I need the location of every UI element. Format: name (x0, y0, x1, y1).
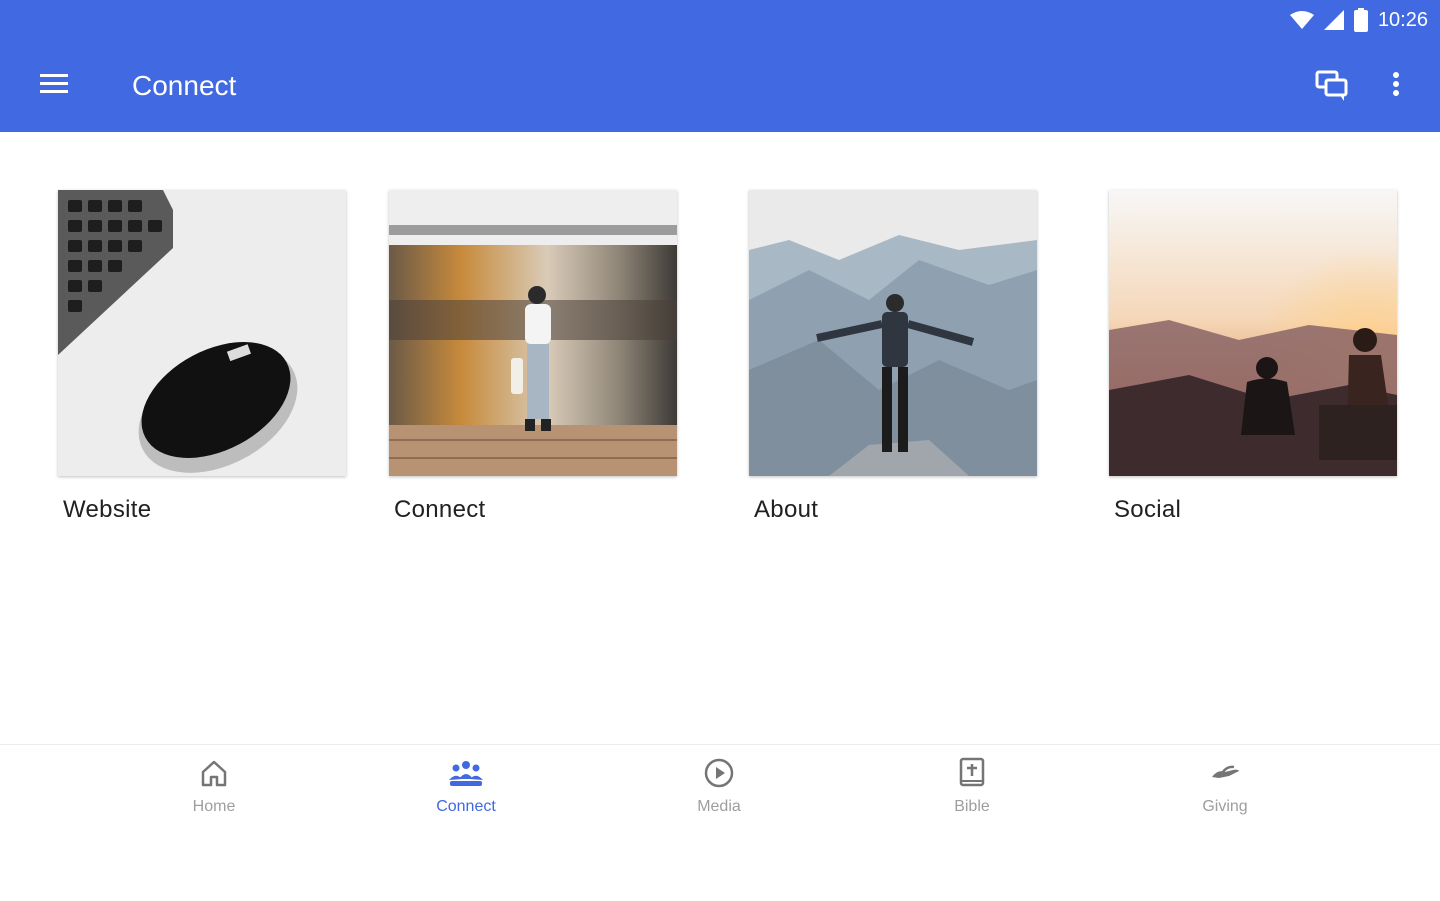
tile-website[interactable]: Website (58, 190, 346, 524)
nav-item-connect[interactable]: Connect (406, 757, 526, 816)
chat-bubbles-icon[interactable] (1314, 68, 1350, 104)
battery-icon (1353, 8, 1368, 32)
nav-label: Media (697, 798, 741, 815)
nav-item-bible[interactable]: Bible (912, 757, 1032, 816)
page-title: Connect (132, 70, 237, 101)
hamburger-menu-icon[interactable] (38, 68, 70, 100)
tile-label: Connect (394, 496, 486, 523)
wifi-icon (1289, 10, 1314, 30)
train-platform-woman-photo (389, 190, 677, 476)
status-time: 10:26 (1377, 8, 1428, 31)
sunset-hikers-photo (1109, 190, 1397, 476)
tile-label: About (754, 496, 819, 523)
nav-item-home[interactable]: Home (154, 757, 274, 816)
more-vert-icon[interactable] (1382, 68, 1410, 104)
bottom-navigation: Home Connect Media Bible Giving (0, 744, 1440, 901)
man-on-mountain-photo (749, 190, 1037, 476)
nav-item-giving[interactable]: Giving (1165, 757, 1285, 816)
tile-label: Social (1114, 496, 1182, 523)
tile-social[interactable]: Social (1109, 190, 1397, 524)
nav-label: Bible (954, 798, 990, 815)
nav-item-media[interactable]: Media (659, 757, 779, 816)
nav-label: Giving (1202, 798, 1248, 815)
keyboard-and-mouse-photo (58, 190, 346, 476)
tile-about[interactable]: About (749, 190, 1037, 524)
tile-label: Website (63, 496, 152, 523)
giving-hand-icon (1209, 757, 1241, 794)
nav-label: Home (192, 798, 236, 815)
play-circle-icon (703, 757, 735, 794)
nav-label: Connect (436, 798, 496, 815)
app-bar: 10:26 Connect (0, 0, 1440, 132)
bible-icon (956, 757, 988, 794)
status-bar: 10:26 (1289, 4, 1428, 36)
tile-connect[interactable]: Connect (389, 190, 677, 524)
people-group-icon (446, 757, 486, 794)
cell-signal-icon (1323, 10, 1344, 30)
home-icon (198, 757, 230, 794)
